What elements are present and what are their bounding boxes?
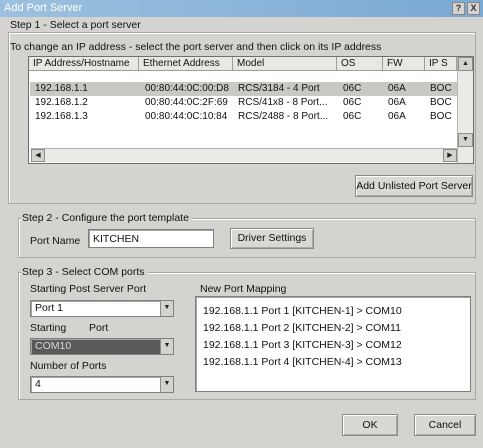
cell-os: 06C (343, 97, 362, 108)
close-icon: X (470, 3, 477, 13)
cell-ip[interactable]: 192.168.1.1 (35, 82, 88, 96)
driver-settings-button[interactable]: Driver Settings (230, 228, 314, 249)
vertical-scrollbar[interactable]: ▲ ▼ (457, 57, 473, 163)
starting-server-port-select[interactable]: Port 1 ▼ (30, 300, 174, 317)
help-button[interactable]: ? (452, 2, 465, 15)
number-of-ports-value: 4 (35, 378, 41, 390)
title-bar: Add Port Server (0, 0, 483, 17)
cell-fw: 06A (388, 97, 406, 108)
step2-title: Step 2 - Configure the port template (22, 212, 192, 224)
close-button[interactable]: X (467, 2, 480, 15)
port-name-label: Port Name (30, 235, 81, 247)
list-item: 192.168.1.1 Port 4 [KITCHEN-4] > COM13 (203, 356, 402, 368)
window-title: Add Port Server (4, 2, 83, 14)
scroll-up-icon[interactable]: ▲ (458, 57, 473, 71)
table-row[interactable]: 192.168.1.1 00:80:44:0C:00:D8 RCS/3184 -… (30, 82, 458, 96)
list-item: 192.168.1.1 Port 1 [KITCHEN-1] > COM10 (203, 305, 402, 317)
number-of-ports-select[interactable]: 4 ▼ (30, 376, 174, 393)
column-header-model[interactable]: Model (233, 57, 337, 71)
column-header-fw[interactable]: FW (383, 57, 425, 71)
column-header-ip[interactable]: IP Address/Hostname (29, 57, 139, 71)
table-row[interactable]: 192.168.1.2 00:80:44:0C:2F:69 RCS/41x8 -… (30, 96, 458, 110)
cell-ip-s: BOC (430, 111, 452, 122)
starting-label: Starting (30, 322, 67, 334)
add-unlisted-port-server-button[interactable]: Add Unlisted Port Server (355, 175, 473, 197)
step3-title: Step 3 - Select COM ports (22, 266, 148, 278)
starting-server-port-value: Port 1 (35, 302, 64, 314)
scroll-down-icon[interactable]: ▼ (458, 133, 473, 147)
new-port-mapping-list: 192.168.1.1 Port 1 [KITCHEN-1] > COM10 1… (195, 296, 471, 392)
cell-model: RCS/2488 - 8 Port... (238, 111, 329, 122)
scroll-left-icon[interactable]: ◀ (31, 149, 45, 162)
horizontal-scrollbar[interactable]: ◀ ▶ (31, 148, 457, 162)
port-name-input[interactable]: KITCHEN (88, 229, 214, 248)
starting-server-port-label: Starting Post Server Port (30, 283, 147, 295)
table-row[interactable]: 192.168.1.3 00:80:44:0C:10:84 RCS/2488 -… (30, 110, 458, 124)
column-header-os[interactable]: OS (337, 57, 383, 71)
ok-button[interactable]: OK (342, 414, 398, 436)
new-port-mapping-label: New Port Mapping (200, 283, 287, 295)
cell-os: 06C (343, 111, 362, 122)
number-of-ports-label: Number of Ports (30, 360, 107, 372)
cell-fw: 06A (388, 83, 406, 94)
cell-ip[interactable]: 192.168.1.3 (35, 110, 88, 124)
column-header-ip-s[interactable]: IP S (425, 57, 457, 71)
starting-com-port-value: COM10 (35, 340, 72, 352)
step1-instruction: To change an IP address - select the por… (10, 41, 382, 53)
column-header-ethernet[interactable]: Ethernet Address (139, 57, 233, 71)
cell-ip-s: BOC (430, 83, 452, 94)
cell-ip-s: BOC (430, 97, 452, 108)
add-port-server-dialog: Add Port Server ? X Step 1 - Select a po… (0, 0, 483, 448)
cell-fw: 06A (388, 111, 406, 122)
chevron-down-icon[interactable]: ▼ (160, 339, 173, 354)
cell-model: RCS/3184 - 4 Port (238, 83, 320, 94)
cell-ethernet: 00:80:44:0C:00:D8 (145, 83, 229, 94)
port-label: Port (89, 322, 109, 334)
cancel-button[interactable]: Cancel (414, 414, 476, 436)
help-icon: ? (455, 3, 462, 13)
cell-model: RCS/41x8 - 8 Port... (238, 97, 328, 108)
cell-ethernet: 00:80:44:0C:10:84 (145, 111, 228, 122)
scroll-right-icon[interactable]: ▶ (443, 149, 457, 162)
cell-os: 06C (343, 83, 362, 94)
chevron-down-icon[interactable]: ▼ (160, 377, 173, 392)
cell-ip[interactable]: 192.168.1.2 (35, 96, 88, 110)
chevron-down-icon[interactable]: ▼ (160, 301, 173, 316)
list-item: 192.168.1.1 Port 2 [KITCHEN-2] > COM11 (203, 322, 401, 334)
list-item: 192.168.1.1 Port 3 [KITCHEN-3] > COM12 (203, 339, 402, 351)
cell-ethernet: 00:80:44:0C:2F:69 (145, 97, 228, 108)
starting-com-port-select[interactable]: COM10 ▼ (30, 338, 174, 355)
step1-title: Step 1 - Select a port server (10, 19, 144, 31)
